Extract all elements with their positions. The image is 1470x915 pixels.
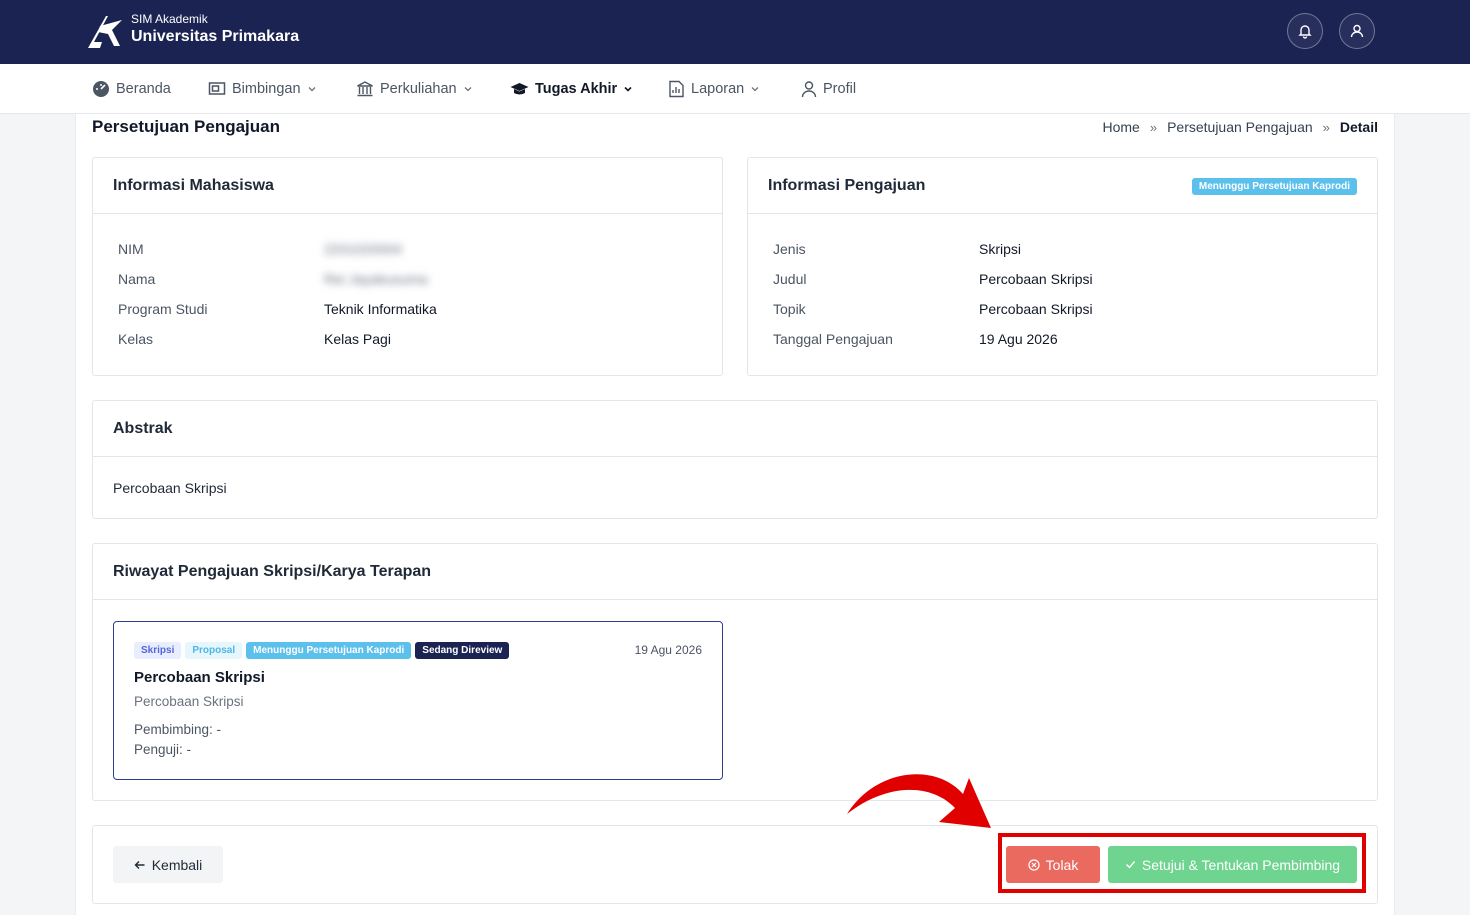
card-title: Abstrak <box>113 420 173 437</box>
info-value: Kelas Pagi <box>324 331 391 347</box>
card-header: Informasi Mahasiswa <box>93 158 722 214</box>
info-value: Skripsi <box>979 241 1022 257</box>
user-icon <box>1350 24 1364 38</box>
brand-subtitle: SIM Akademik <box>131 12 208 26</box>
card-title: Informasi Mahasiswa <box>113 177 274 194</box>
info-label: Jenis <box>773 241 806 257</box>
top-header: SIM Akademik Universitas Primakara <box>0 0 1470 64</box>
breadcrumb-separator: » <box>1149 119 1158 135</box>
info-value: Rei Jayakusuma <box>324 271 428 287</box>
back-label: Kembali <box>151 856 203 873</box>
history-item[interactable]: Skripsi Proposal Menunggu Persetujuan Ka… <box>113 621 723 780</box>
info-label: Topik <box>773 301 806 317</box>
status-badge: Menunggu Persetujuan Kaprodi <box>246 642 412 659</box>
nav-perkuliahan[interactable]: Perkuliahan <box>356 64 473 114</box>
presentation-icon <box>208 82 226 95</box>
info-label: Judul <box>773 271 807 287</box>
user-icon <box>801 81 817 98</box>
info-label: Nama <box>118 271 156 287</box>
info-value: Percobaan Skripsi <box>979 301 1093 317</box>
nav-label: Beranda <box>116 81 171 97</box>
nav-bimbingan[interactable]: Bimbingan <box>208 64 317 114</box>
back-button[interactable]: Kembali <box>113 846 223 883</box>
abstract-card: Abstrak Percobaan Skripsi <box>92 400 1378 519</box>
info-label: NIM <box>118 241 144 257</box>
graduation-cap-icon <box>510 83 529 95</box>
type-badge: Skripsi <box>134 642 182 659</box>
page-title: Persetujuan Pengajuan <box>92 117 280 136</box>
main-navbar: Beranda Bimbingan Perkuliahan Tugas Akhi… <box>0 64 1470 114</box>
arrow-left-icon <box>134 860 145 869</box>
card-header: Riwayat Pengajuan Skripsi/Karya Terapan <box>93 544 1377 600</box>
history-examiner: Penguji: - <box>134 742 192 757</box>
stage-badge: Proposal <box>185 642 243 659</box>
info-label: Tanggal Pengajuan <box>773 331 893 347</box>
card-header: Informasi Pengajuan Menunggu Persetujuan… <box>748 158 1377 214</box>
info-value: Teknik Informatika <box>324 301 437 317</box>
nav-tugas-akhir[interactable]: Tugas Akhir <box>510 64 633 114</box>
abstract-text: Percobaan Skripsi <box>113 480 227 496</box>
nav-beranda[interactable]: Beranda <box>92 64 171 114</box>
dashboard-icon <box>93 81 109 97</box>
annotation-highlight-box <box>998 833 1366 893</box>
history-date: 19 Agu 2026 <box>634 643 702 657</box>
info-value: Percobaan Skripsi <box>979 271 1093 287</box>
info-value: 19 Agu 2026 <box>979 331 1058 347</box>
nav-laporan[interactable]: Laporan <box>668 64 760 114</box>
info-value: 2201020004 <box>324 241 402 257</box>
history-title: Percobaan Skripsi <box>134 669 265 686</box>
nav-label: Laporan <box>691 81 745 97</box>
breadcrumb-separator: » <box>1322 119 1330 135</box>
nav-label: Profil <box>823 81 857 97</box>
status-badge: Menunggu Persetujuan Kaprodi <box>1191 178 1357 195</box>
chevron-down-icon <box>464 87 472 92</box>
user-menu-button[interactable] <box>1339 13 1375 49</box>
chevron-down-icon <box>751 87 759 92</box>
breadcrumb: Home » Persetujuan Pengajuan » Detail <box>1102 119 1378 135</box>
notification-button[interactable] <box>1287 13 1323 49</box>
report-icon <box>669 80 684 98</box>
breadcrumb-persetujuan[interactable]: Persetujuan Pengajuan <box>1167 119 1313 135</box>
history-supervisor: Pembimbing: - <box>134 722 222 737</box>
review-badge: Sedang Direview <box>415 642 510 659</box>
bell-icon <box>1298 25 1312 39</box>
nav-label: Bimbingan <box>232 81 301 97</box>
chevron-down-icon <box>624 86 632 92</box>
nav-label: Perkuliahan <box>380 81 457 97</box>
building-icon <box>357 81 373 97</box>
nav-profil[interactable]: Profil <box>801 64 856 114</box>
annotation-arrow-icon <box>847 774 991 828</box>
card-title: Informasi Pengajuan <box>768 177 926 194</box>
history-badges: Skripsi Proposal Menunggu Persetujuan Ka… <box>134 642 510 659</box>
student-info-card: Informasi Mahasiswa NIM 2201020004 Nama … <box>92 157 723 376</box>
card-header: Abstrak <box>93 401 1377 457</box>
card-title: Riwayat Pengajuan Skripsi/Karya Terapan <box>113 563 432 580</box>
nav-label: Tugas Akhir <box>535 81 618 97</box>
chevron-down-icon <box>308 87 315 92</box>
brand-title: Universitas Primakara <box>131 28 300 45</box>
breadcrumb-current: Detail <box>1339 119 1378 135</box>
submission-info-card: Informasi Pengajuan Menunggu Persetujuan… <box>747 157 1378 376</box>
breadcrumb-home[interactable]: Home <box>1102 119 1139 135</box>
info-label: Kelas <box>118 331 154 347</box>
info-label: Program Studi <box>118 301 208 317</box>
university-logo-icon <box>88 16 122 48</box>
history-topic: Percobaan Skripsi <box>134 694 244 709</box>
